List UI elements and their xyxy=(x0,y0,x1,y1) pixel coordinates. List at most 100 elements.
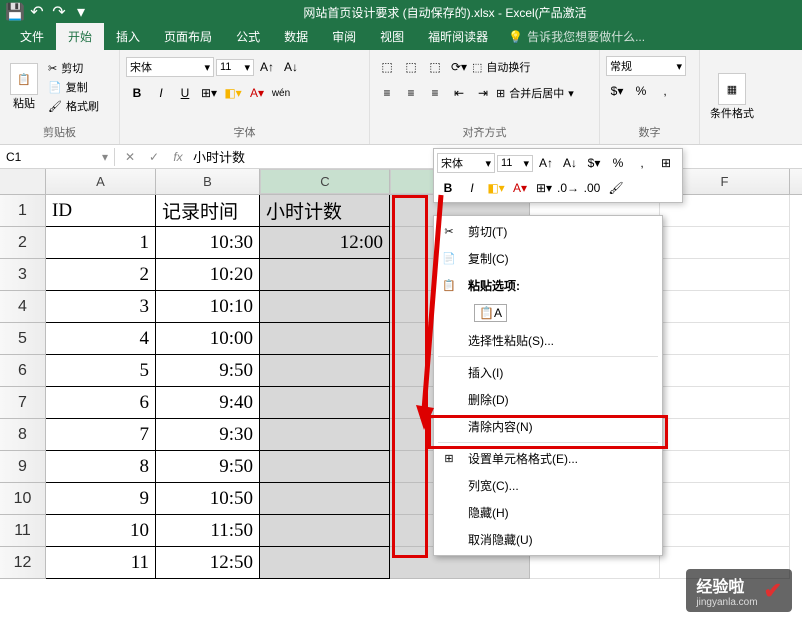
qat-more-icon[interactable]: ▾ xyxy=(72,3,90,21)
cell[interactable] xyxy=(660,387,790,419)
cell[interactable]: 11 xyxy=(46,547,156,579)
row-header[interactable]: 5 xyxy=(0,323,46,355)
mini-border-button[interactable]: ⊞▾ xyxy=(533,177,555,199)
cell[interactable]: 9:30 xyxy=(156,419,260,451)
indent-left-icon[interactable]: ⇤ xyxy=(448,82,470,104)
row-header[interactable]: 7 xyxy=(0,387,46,419)
cell[interactable]: 10:30 xyxy=(156,227,260,259)
cell[interactable]: 4 xyxy=(46,323,156,355)
fx-icon[interactable]: fx xyxy=(169,150,187,164)
mini-decimal-dec-icon[interactable]: .00 xyxy=(581,177,603,199)
undo-icon[interactable]: ↶ xyxy=(28,3,46,21)
currency-icon[interactable]: $▾ xyxy=(606,80,628,102)
cell[interactable]: 10:50 xyxy=(156,483,260,515)
formula-bar[interactable]: 小时计数 xyxy=(193,147,245,166)
save-icon[interactable]: 💾 xyxy=(6,3,24,21)
ctx-hide[interactable]: 隐藏(H) xyxy=(434,499,662,526)
align-left-icon[interactable]: ≡ xyxy=(376,82,398,104)
number-format-select[interactable]: 常规▾ xyxy=(606,56,686,76)
cell[interactable] xyxy=(260,291,390,323)
cell[interactable]: 记录时间 xyxy=(156,195,260,227)
mini-fill-color-button[interactable]: ◧▾ xyxy=(485,177,507,199)
mini-font-color-button[interactable]: A▾ xyxy=(509,177,531,199)
cell[interactable]: 小时计数 xyxy=(260,195,390,227)
underline-button[interactable]: U xyxy=(174,82,196,104)
align-middle-icon[interactable]: ⬚ xyxy=(400,56,422,78)
font-name-select[interactable]: 宋体▾ xyxy=(126,57,214,77)
cell[interactable]: 9:40 xyxy=(156,387,260,419)
tab-insert[interactable]: 插入 xyxy=(104,23,152,50)
row-header[interactable]: 4 xyxy=(0,291,46,323)
copy-button[interactable]: 📄 复制 xyxy=(48,79,99,95)
col-header-a[interactable]: A xyxy=(46,169,156,194)
cell[interactable] xyxy=(660,515,790,547)
cell[interactable] xyxy=(260,451,390,483)
tab-foxit[interactable]: 福昕阅读器 xyxy=(416,23,500,50)
comma-icon[interactable]: , xyxy=(654,80,676,102)
cell[interactable] xyxy=(660,483,790,515)
cell[interactable] xyxy=(660,259,790,291)
redo-icon[interactable]: ↷ xyxy=(50,3,68,21)
cell[interactable] xyxy=(260,483,390,515)
fill-color-button[interactable]: ◧▾ xyxy=(222,82,244,104)
cell[interactable] xyxy=(260,323,390,355)
mini-italic-button[interactable]: I xyxy=(461,177,483,199)
tab-data[interactable]: 数据 xyxy=(272,23,320,50)
percent-icon[interactable]: % xyxy=(630,80,652,102)
mini-font-select[interactable]: 宋体▾ xyxy=(437,153,495,173)
cell[interactable]: 3 xyxy=(46,291,156,323)
orientation-icon[interactable]: ⟳▾ xyxy=(448,56,470,78)
cell[interactable] xyxy=(260,547,390,579)
cell[interactable] xyxy=(660,419,790,451)
shrink-font-icon[interactable]: A↓ xyxy=(280,56,302,78)
accept-formula-icon[interactable]: ✓ xyxy=(145,150,163,164)
cell[interactable] xyxy=(660,323,790,355)
col-header-b[interactable]: B xyxy=(156,169,260,194)
mini-bold-button[interactable]: B xyxy=(437,177,459,199)
cell[interactable]: 6 xyxy=(46,387,156,419)
select-all-corner[interactable] xyxy=(0,169,46,194)
cell[interactable]: ID xyxy=(46,195,156,227)
indent-right-icon[interactable]: ⇥ xyxy=(472,82,494,104)
cell[interactable]: 12:00 xyxy=(260,227,390,259)
ctx-copy[interactable]: 📄复制(C) xyxy=(434,245,662,272)
tab-layout[interactable]: 页面布局 xyxy=(152,23,224,50)
row-header[interactable]: 1 xyxy=(0,195,46,227)
cell[interactable] xyxy=(660,291,790,323)
font-size-select[interactable]: 11▾ xyxy=(216,59,254,76)
cell[interactable]: 10:20 xyxy=(156,259,260,291)
grow-font-icon[interactable]: A↑ xyxy=(256,56,278,78)
align-bottom-icon[interactable]: ⬚ xyxy=(424,56,446,78)
cell[interactable]: 8 xyxy=(46,451,156,483)
mini-border-icon[interactable]: ⊞ xyxy=(655,152,677,174)
mini-percent-icon[interactable]: % xyxy=(607,152,629,174)
cell[interactable]: 9 xyxy=(46,483,156,515)
name-box[interactable]: C1▾ xyxy=(0,148,115,166)
cell[interactable] xyxy=(260,515,390,547)
cell[interactable]: 2 xyxy=(46,259,156,291)
tab-view[interactable]: 视图 xyxy=(368,23,416,50)
mini-comma-icon[interactable]: , xyxy=(631,152,653,174)
row-header[interactable]: 10 xyxy=(0,483,46,515)
cell[interactable]: 1 xyxy=(46,227,156,259)
italic-button[interactable]: I xyxy=(150,82,172,104)
cell[interactable] xyxy=(260,387,390,419)
bold-button[interactable]: B xyxy=(126,82,148,104)
row-header[interactable]: 8 xyxy=(0,419,46,451)
ctx-cut[interactable]: ✂剪切(T) xyxy=(434,218,662,245)
tab-review[interactable]: 审阅 xyxy=(320,23,368,50)
cell[interactable]: 9:50 xyxy=(156,451,260,483)
cell[interactable]: 12:50 xyxy=(156,547,260,579)
row-header[interactable]: 12 xyxy=(0,547,46,579)
border-button[interactable]: ⊞▾ xyxy=(198,82,220,104)
mini-size-select[interactable]: 11▾ xyxy=(497,155,533,172)
cell[interactable]: 5 xyxy=(46,355,156,387)
ctx-insert[interactable]: 插入(I) xyxy=(434,359,662,386)
align-right-icon[interactable]: ≡ xyxy=(424,82,446,104)
ctx-paste-option-a[interactable]: 📋A xyxy=(434,299,662,327)
paste-button[interactable]: 📋 粘贴 xyxy=(6,61,42,113)
cell[interactable]: 7 xyxy=(46,419,156,451)
ctx-delete[interactable]: 删除(D) xyxy=(434,386,662,413)
merge-center-button[interactable]: ⊞ 合并后居中▾ xyxy=(496,85,574,101)
cell[interactable] xyxy=(660,355,790,387)
